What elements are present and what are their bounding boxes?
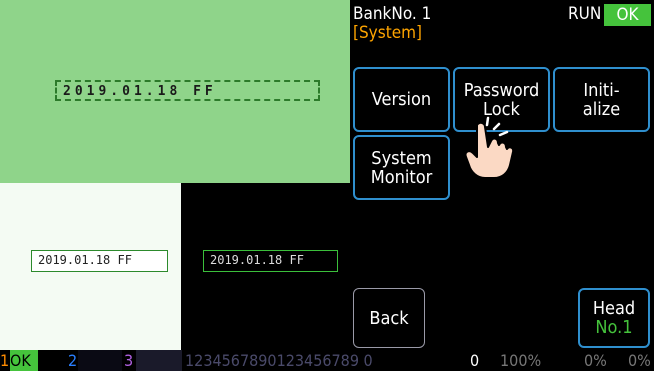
status-percent-2: 0% [584,351,607,370]
status-camera-3-bar [136,350,182,371]
ocr-result-bottom-left: 2019.01.18 FF [31,250,168,272]
status-camera-1-ok: OK [10,350,38,371]
system-monitor-label-line1: System [371,147,432,169]
initialize-button[interactable]: Initi- alize [553,67,650,132]
head-label: Head [592,298,636,319]
head-number-value: No.1 [595,317,633,338]
status-camera-2-bar [78,350,122,371]
status-camera-2-number: 2 [68,351,78,370]
version-button[interactable]: Version [353,67,450,132]
password-lock-label-line1: Password [463,79,540,101]
status-camera-1-bar [38,350,68,371]
system-monitor-button[interactable]: System Monitor [353,135,450,200]
initialize-label-line1: Initi- [583,79,620,101]
ocr-result-bottom-right: 2019.01.18 FF [203,250,338,272]
run-status: RUN [568,4,602,24]
status-camera-1-number: 1 [0,351,10,370]
bank-number: BankNo. 1 [353,4,432,24]
ocr-result-top: 2019.01.18 FF [55,80,320,101]
system-monitor-label-line2: Monitor [370,166,433,188]
status-percent-3: 0% [628,351,651,370]
status-digit-strip: 1234567890123456789 0 [185,351,373,370]
initialize-label-line2: alize [582,98,621,120]
section-title: [System] [353,23,422,43]
status-percent-1: 100% [500,351,542,370]
ok-status-badge: OK [604,4,651,26]
head-number-button[interactable]: Head No.1 [578,288,650,348]
version-button-label: Version [371,89,432,110]
back-button-label: Back [369,307,409,329]
status-count: 0 [470,351,480,370]
hand-pointer-icon [464,116,515,179]
status-camera-3-number: 3 [124,351,134,370]
status-bar: 1 OK 2 3 1234567890123456789 0 0 100% 0%… [0,350,654,371]
back-button[interactable]: Back [353,288,425,348]
